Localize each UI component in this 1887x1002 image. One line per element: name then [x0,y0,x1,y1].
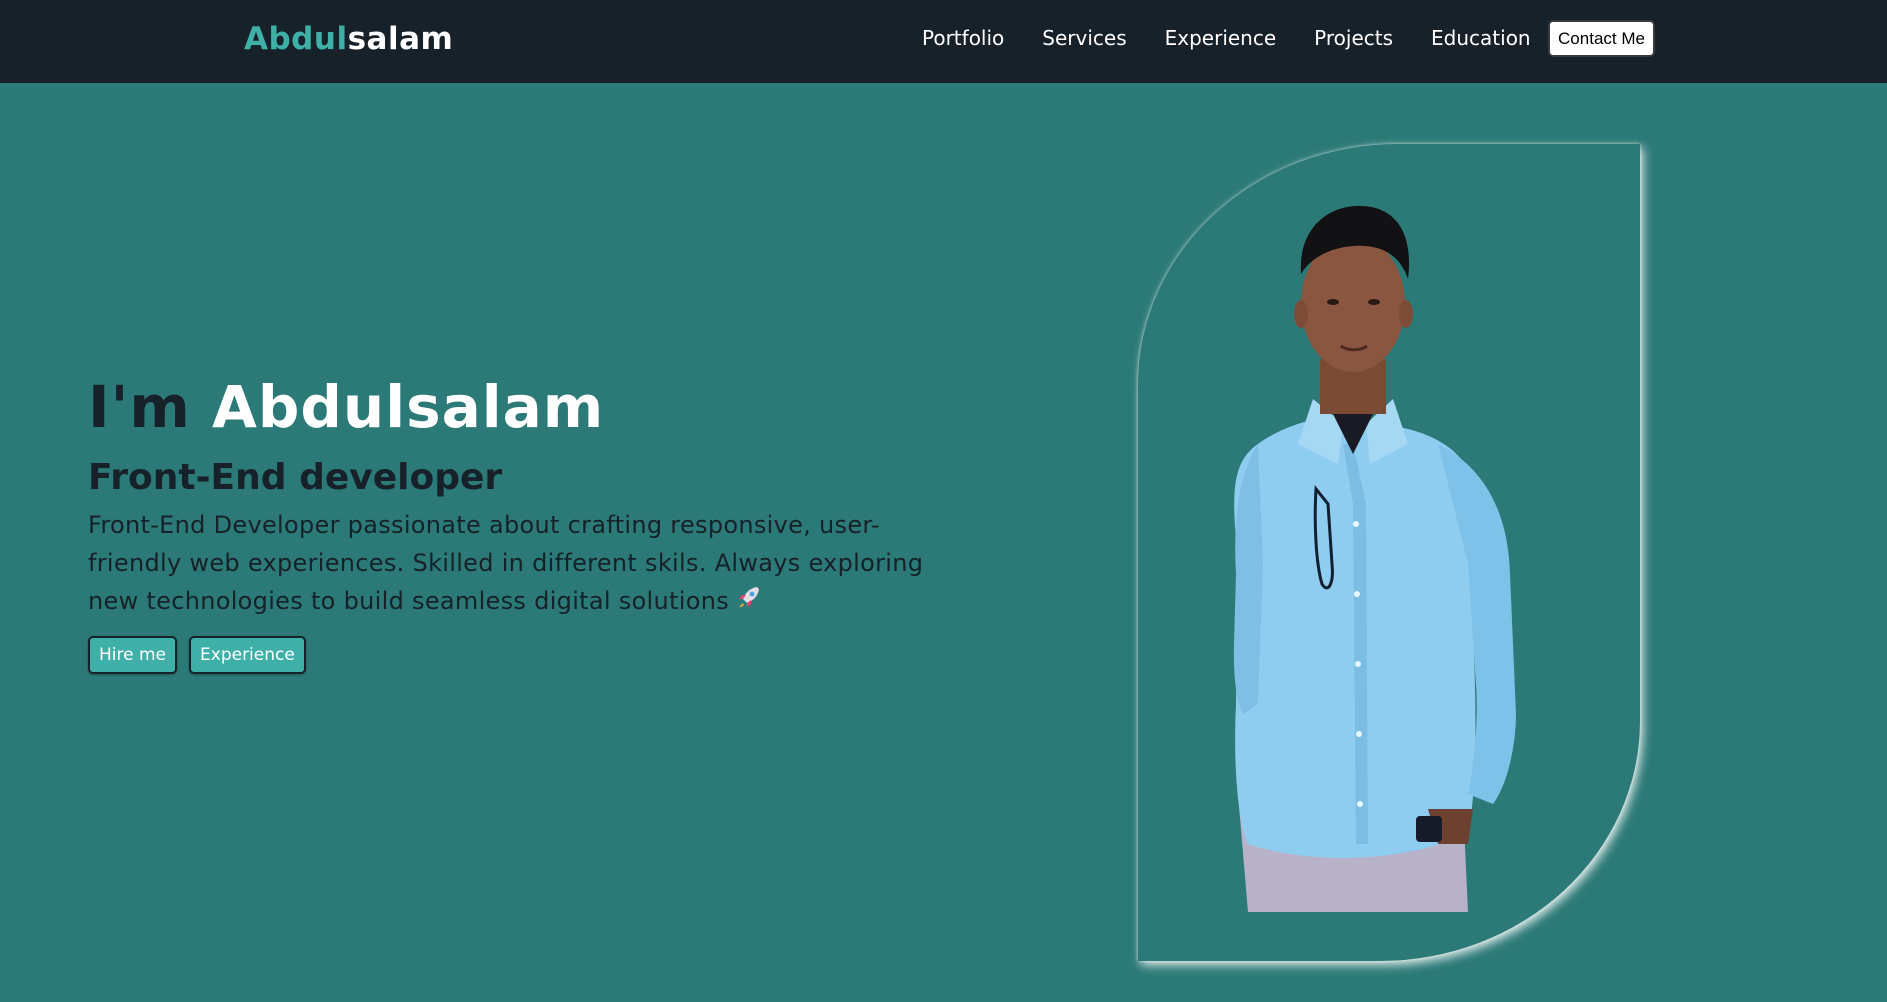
brand-logo[interactable]: Abdulsalam [244,18,453,60]
navbar: Abdulsalam Portfolio Services Experience… [0,0,1887,83]
hero-description: Front-End Developer passionate about cra… [88,506,928,622]
rocket-icon [735,583,763,622]
nav-link-projects[interactable]: Projects [1314,23,1393,53]
nav-links: Portfolio Services Experience Projects E… [922,23,1569,53]
experience-button[interactable]: Experience [189,636,306,674]
hero-buttons: Hire me Experience [88,636,318,674]
hero-role: Front-End developer [88,457,503,498]
hero-description-text: Front-End Developer passionate about cra… [88,511,924,615]
profile-photo-frame [1138,144,1640,961]
nav-link-portfolio[interactable]: Portfolio [922,23,1004,53]
nav-link-services[interactable]: Services [1042,23,1126,53]
profile-photo [1233,205,1516,912]
nav-link-experience[interactable]: Experience [1165,23,1277,53]
hero-title: I'm Abdulsalam [88,372,604,442]
hero-name: Abdulsalam [211,373,605,441]
nav-link-education[interactable]: Education [1431,23,1531,53]
hire-me-button[interactable]: Hire me [88,636,178,674]
brand-second: salam [347,21,454,57]
hero-greeting: I'm [88,373,191,441]
brand-first: Abdul [244,21,348,57]
contact-me-button[interactable]: Contact Me [1548,20,1655,57]
